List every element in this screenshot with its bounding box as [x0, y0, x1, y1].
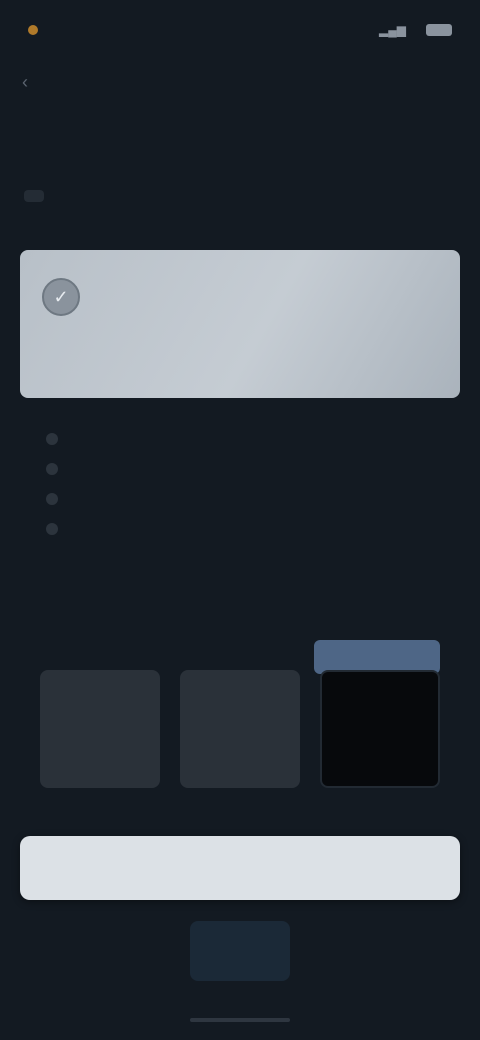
- signal-icon: ▂▄▆: [379, 23, 406, 37]
- nav-item-left[interactable]: [30, 921, 130, 981]
- check-icon: [46, 463, 58, 475]
- url-bar[interactable]: [170, 74, 310, 94]
- battery-icon: [426, 24, 452, 36]
- feature-item: [46, 424, 406, 454]
- feature-item: [46, 514, 406, 544]
- feature-item: [46, 484, 406, 514]
- subscribe-button[interactable]: [20, 836, 460, 900]
- hero-header: ✓: [42, 278, 438, 316]
- check-icon: [46, 523, 58, 535]
- status-bar: ▂▄▆: [0, 0, 480, 60]
- app-indicator-icon: [28, 25, 38, 35]
- tab-bar: [24, 190, 82, 202]
- recommended-badge: [314, 640, 440, 674]
- tab-primary[interactable]: [24, 190, 44, 202]
- status-left: [28, 25, 46, 35]
- plan-card-selected[interactable]: [320, 670, 440, 788]
- check-icon: [46, 493, 58, 505]
- feature-item: [46, 454, 406, 484]
- nav-item-right[interactable]: [350, 921, 450, 981]
- hero-banner: ✓: [20, 250, 460, 398]
- check-icon: [46, 433, 58, 445]
- plan-selector: [40, 640, 440, 800]
- status-right: ▂▄▆: [379, 23, 452, 37]
- nav-item-center[interactable]: [190, 921, 290, 981]
- bottom-nav: [0, 906, 480, 996]
- feature-list: [46, 424, 406, 544]
- plan-card[interactable]: [180, 670, 300, 788]
- back-arrow-icon[interactable]: ‹: [22, 72, 28, 93]
- tab-secondary[interactable]: [62, 190, 82, 202]
- home-indicator: [190, 1018, 290, 1022]
- shield-icon: ✓: [42, 278, 80, 316]
- plan-card[interactable]: [40, 670, 160, 788]
